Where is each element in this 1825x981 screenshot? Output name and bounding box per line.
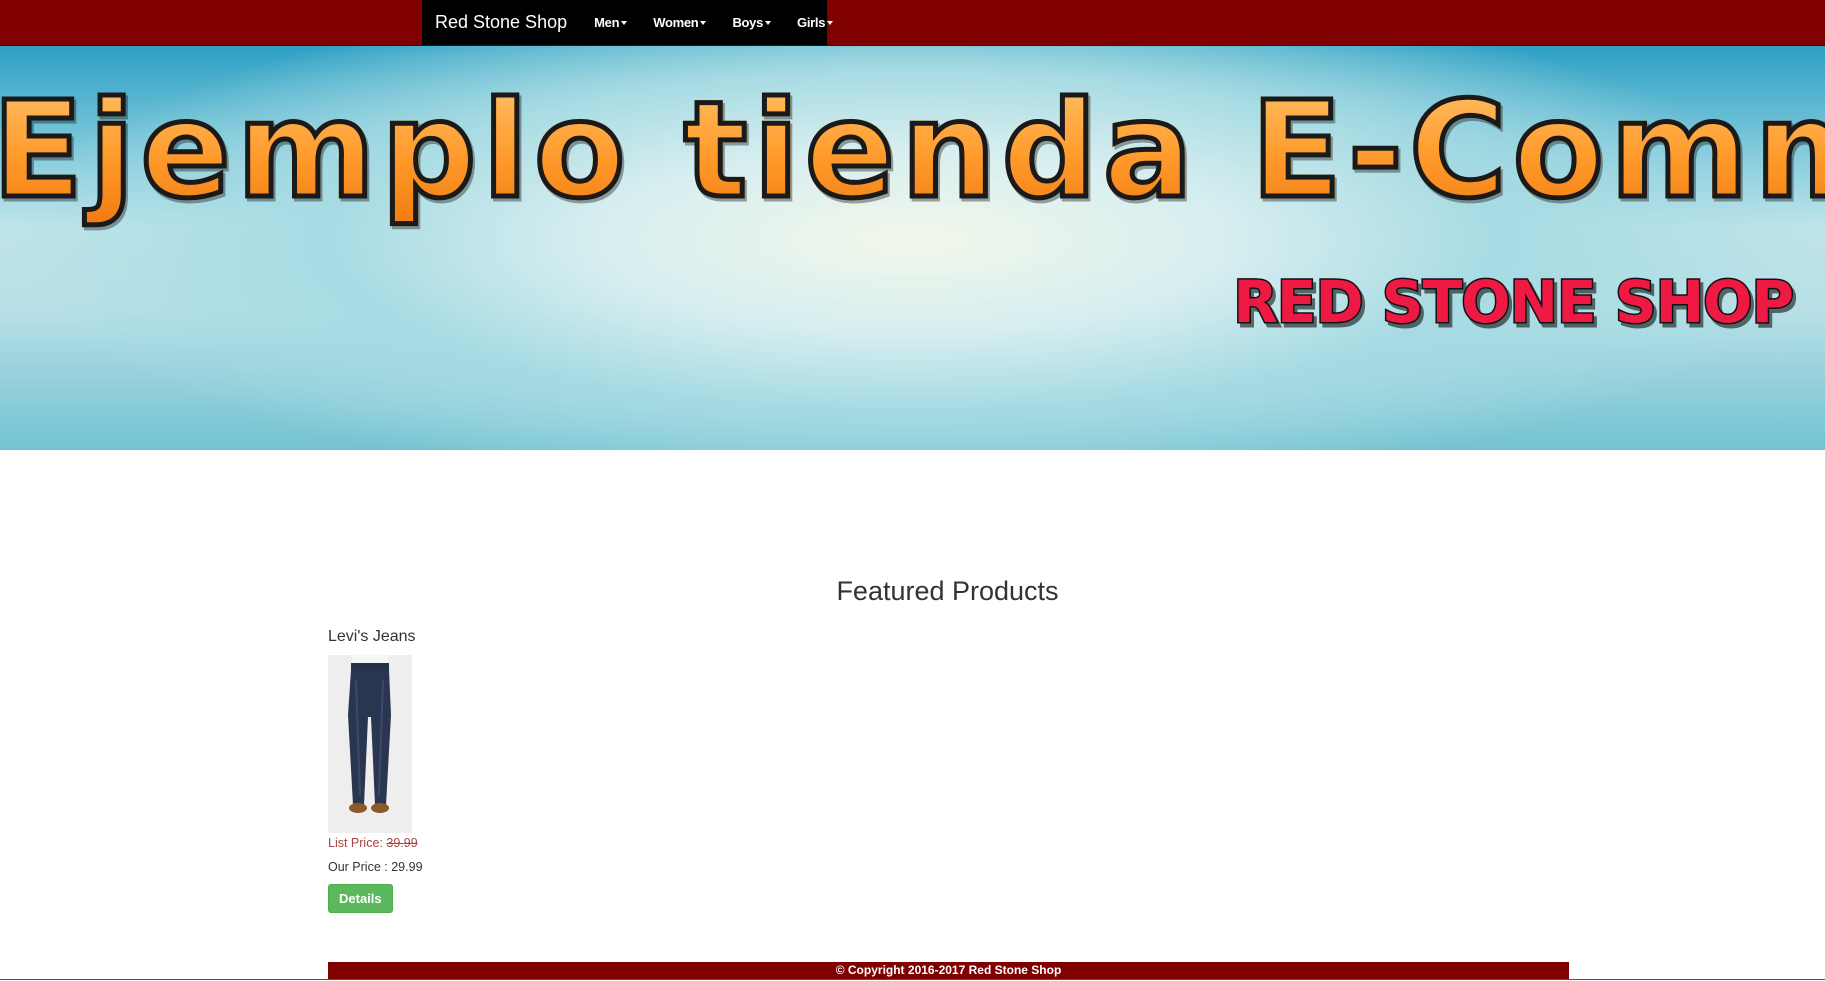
product-card: Levi's Jeans List Price: 39.99 Our Price…: [328, 626, 628, 913]
nav-item-women[interactable]: Women: [653, 15, 707, 30]
list-price: List Price: 39.99: [328, 836, 628, 850]
nav-item-label: Girls: [797, 15, 826, 30]
nav-item-girls[interactable]: Girls: [797, 15, 834, 30]
footer-divider: [0, 979, 1825, 980]
banner-title: Ejemplo tienda E-Commer: [0, 72, 1825, 231]
jeans-image: [328, 655, 412, 833]
list-price-value: 39.99: [386, 836, 418, 850]
caret-down-icon: [621, 21, 628, 25]
details-button[interactable]: Details: [328, 884, 393, 913]
top-navbar: Red Stone Shop Men Women Boys Girls: [0, 0, 1825, 46]
list-price-label: List Price:: [328, 836, 383, 850]
featured-products-heading: Featured Products: [836, 576, 1059, 606]
product-name: Levi's Jeans: [328, 628, 416, 645]
our-price-value: 29.99: [391, 860, 423, 874]
caret-down-icon: [765, 21, 772, 25]
our-price-label: Our Price :: [328, 860, 388, 874]
hero-banner: Ejemplo tienda E-Commer RED STONE SHOP: [0, 46, 1825, 450]
product-image[interactable]: [328, 655, 412, 833]
nav-item-men[interactable]: Men: [594, 15, 628, 30]
nav-item-label: Men: [594, 15, 620, 30]
caret-down-icon: [700, 21, 707, 25]
banner-logo: RED STONE SHOP: [1232, 267, 1796, 338]
nav-container: Red Stone Shop Men Women Boys Girls: [422, 0, 834, 45]
nav-item-boys[interactable]: Boys: [732, 15, 772, 30]
our-price: Our Price : 29.99: [328, 860, 628, 874]
footer: © Copyright 2016-2017 Red Stone Shop: [328, 962, 1569, 979]
nav-item-label: Boys: [732, 15, 764, 30]
caret-down-icon: [827, 21, 834, 25]
brand-link[interactable]: Red Stone Shop: [435, 12, 567, 33]
nav-item-label: Women: [653, 15, 699, 30]
